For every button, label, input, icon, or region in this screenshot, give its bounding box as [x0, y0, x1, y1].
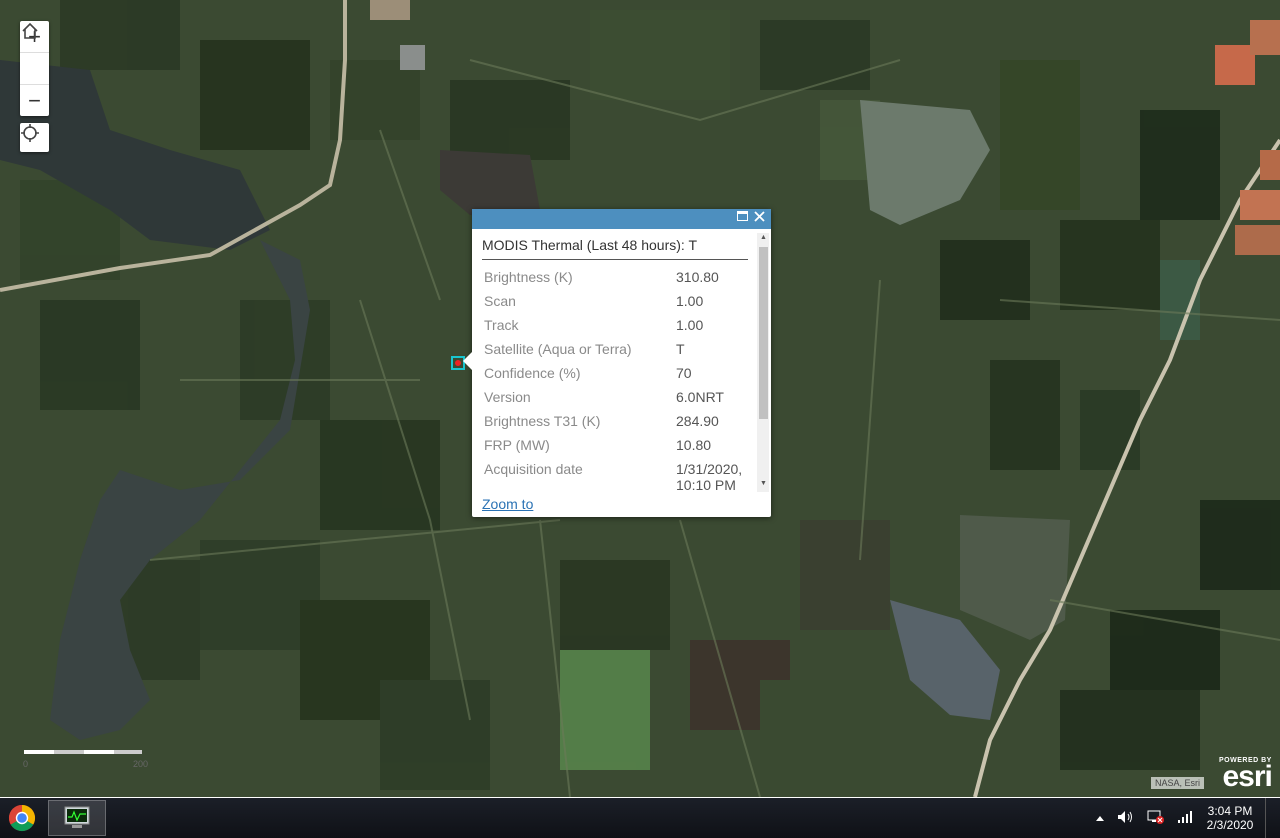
- attr-key: Brightness T31 (K): [484, 413, 601, 429]
- popup-title: MODIS Thermal (Last 48 hours): T: [482, 237, 748, 260]
- attr-row-scan: Scan 1.00: [484, 293, 754, 317]
- attr-value: 310.80: [676, 269, 719, 285]
- attr-key: Acquisition date: [484, 461, 583, 477]
- show-hidden-icons-arrow[interactable]: [1095, 811, 1105, 825]
- attr-value: 6.0NRT: [676, 389, 724, 405]
- system-monitor-taskbar-button[interactable]: [48, 800, 106, 836]
- volume-icon[interactable]: [1117, 810, 1135, 827]
- attr-value: 70: [676, 365, 692, 381]
- attr-key: Version: [484, 389, 531, 405]
- attr-key: FRP (MW): [484, 437, 550, 453]
- show-desktop-button[interactable]: [1265, 798, 1280, 838]
- signal-icon[interactable]: [1177, 810, 1193, 827]
- attr-row-confidence: Confidence (%) 70: [484, 365, 754, 389]
- attribute-table: Brightness (K) 310.80 Scan 1.00 Track 1.…: [484, 269, 754, 501]
- attr-row-satellite: Satellite (Aqua or Terra) T: [484, 341, 754, 365]
- zoom-to-link[interactable]: Zoom to: [482, 496, 533, 512]
- attr-key: Track: [484, 317, 519, 333]
- chrome-taskbar-button[interactable]: [0, 800, 44, 836]
- attr-value: 1/31/2020, 10:10 PM: [676, 461, 742, 501]
- attr-key: Brightness (K): [484, 269, 573, 285]
- clock-date: 2/3/2020: [1206, 818, 1254, 832]
- scale-label-start: 0: [23, 759, 29, 769]
- attr-row-frp: FRP (MW) 10.80: [484, 437, 754, 461]
- attr-key: Satellite (Aqua or Terra): [484, 341, 632, 357]
- popup-header: [472, 209, 771, 229]
- zoom-control: + −: [20, 21, 49, 116]
- chrome-icon: [8, 804, 36, 832]
- home-icon: [22, 22, 38, 39]
- scroll-down-icon[interactable]: ▼: [759, 480, 768, 490]
- home-button[interactable]: [20, 22, 49, 85]
- locate-button[interactable]: [20, 123, 49, 152]
- scale-bar: [24, 750, 142, 755]
- attr-value: 1.00: [676, 293, 704, 309]
- acquisition-date-line: 1/31/2020,: [676, 461, 743, 477]
- scale-segment: [24, 750, 54, 754]
- scroll-up-icon[interactable]: ▲: [759, 234, 768, 244]
- attr-row-acquisition-date: Acquisition date 1/31/2020, 10:10 PM: [484, 461, 754, 501]
- attr-value: T: [676, 341, 685, 357]
- acquisition-time-line: 10:10 PM: [676, 477, 736, 493]
- map-attribution[interactable]: NASA, Esri: [1151, 777, 1205, 789]
- scrollbar-thumb[interactable]: [759, 247, 768, 419]
- attr-row-track: Track 1.00: [484, 317, 754, 341]
- close-icon[interactable]: [754, 211, 768, 225]
- attr-value: 284.90: [676, 413, 719, 429]
- clock-time: 3:04 PM: [1207, 804, 1253, 818]
- scale-label-end: 200: [133, 759, 149, 769]
- popup-pointer: [463, 352, 472, 370]
- clock[interactable]: 3:04 PM 2/3/2020: [1199, 804, 1261, 832]
- attr-row-brightness-t31: Brightness T31 (K) 284.90: [484, 413, 754, 437]
- popup-scrollbar[interactable]: ▲ ▼: [757, 233, 769, 492]
- scale-segment: [114, 750, 142, 754]
- attr-key: Scan: [484, 293, 516, 309]
- system-monitor-icon: [64, 806, 90, 828]
- attr-row-brightness: Brightness (K) 310.80: [484, 269, 754, 293]
- attr-key: Confidence (%): [484, 365, 581, 381]
- esri-logo[interactable]: POWERED BY esri: [1219, 757, 1273, 793]
- scale-segment: [54, 750, 84, 754]
- attr-value: 10.80: [676, 437, 712, 453]
- crosshair-locate-icon: [21, 124, 39, 142]
- feature-popup: MODIS Thermal (Last 48 hours): T Brightn…: [463, 209, 771, 517]
- attr-row-version: Version 6.0NRT: [484, 389, 754, 413]
- satellite-map[interactable]: + − MODIS Thermal (Last 48 hours): T Bri…: [0, 0, 1280, 797]
- network-error-icon[interactable]: [1147, 809, 1165, 828]
- attr-value: 1.00: [676, 317, 704, 333]
- maximize-icon[interactable]: [737, 211, 751, 225]
- fire-point-marker: [455, 360, 461, 366]
- scale-segment: [84, 750, 114, 754]
- system-tray: 3:04 PM 2/3/2020: [1089, 798, 1280, 838]
- esri-wordmark: esri: [1222, 760, 1272, 793]
- taskbar: 3:04 PM 2/3/2020: [0, 797, 1280, 838]
- zoom-out-button[interactable]: −: [20, 85, 49, 116]
